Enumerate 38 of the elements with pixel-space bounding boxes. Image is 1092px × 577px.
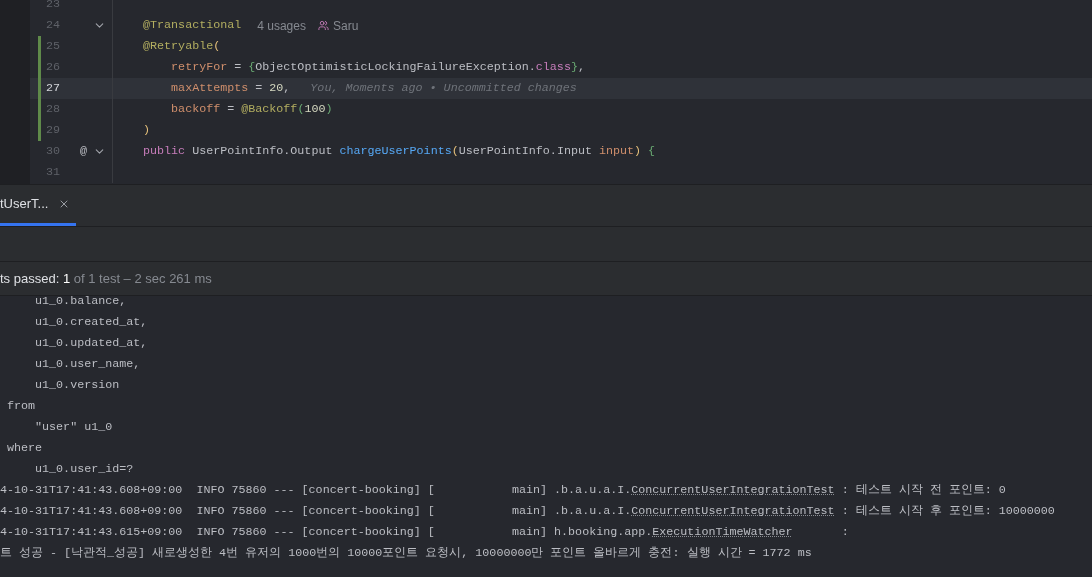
code-line: backoff = @Backoff(100) (170, 100, 333, 118)
blame-hint: You, Moments ago • Uncommitted changes (310, 79, 577, 97)
line-number: 27 (44, 79, 60, 97)
code-line: @Transactional (142, 16, 242, 34)
line-number: 24 (44, 16, 60, 34)
console-line: 트 성공 - [낙관적_성공] 새로생성한 4번 유저의 1000번의 10000포인트 요청시, 10000000만 포인트 올바르게 충전: 실행 시간 = 1772 ms (0, 544, 812, 562)
line-number: 31 (44, 163, 60, 181)
line-number: 30 (44, 142, 60, 160)
console-line: u1_0.user_id=? (34, 460, 134, 478)
console-line: u1_0.updated_at, (34, 334, 148, 352)
console-line: u1_0.version (34, 376, 120, 394)
author-hint[interactable]: Saru (332, 16, 359, 35)
code-line: @Retryable( (142, 37, 221, 55)
code-line: public UserPointInfo.Output chargeUserPoints(UserPointInfo.Input input) { (142, 142, 656, 160)
code-line: ) (142, 121, 151, 139)
class-link[interactable]: ConcurrentUserIntegrationTest (631, 482, 835, 497)
console-line: from (6, 397, 36, 415)
console-line: u1_0.balance, (34, 296, 127, 310)
test-status: ts passed: 1 of 1 test – 2 sec 261 ms (0, 269, 212, 288)
line-number: 26 (44, 58, 60, 76)
code-line: retryFor = {ObjectOptimisticLockingFailureException.class}, (170, 58, 585, 76)
class-link[interactable]: ConcurrentUserIntegrationTest (631, 503, 835, 518)
gutter-mark[interactable]: @ (80, 142, 87, 161)
people-icon (317, 20, 329, 31)
console-line: u1_0.user_name, (34, 355, 141, 373)
class-link[interactable]: ExecutionTimeWatcher (652, 524, 793, 539)
console-line: u1_0.created_at, (34, 313, 148, 331)
console-line: 4-10-31T17:41:43.608+09:00 INFO 75860 --- [concert-booking] [ main] .b.a.u.a.I.ConcurrentUserIntegrationTest : 테스트 시작 후 포인트: 10000000 (0, 502, 1055, 520)
console-line: where (6, 439, 43, 457)
console-line: "user" u1_0 (34, 418, 113, 436)
line-number: 25 (44, 37, 60, 55)
code-line: maxAttempts = 20, (170, 79, 291, 97)
run-tab[interactable]: tUserT... (0, 185, 77, 226)
usages-hint[interactable]: 4 usages (257, 16, 306, 35)
line-number: 28 (44, 100, 60, 118)
console-line: 4-10-31T17:41:43.615+09:00 INFO 75860 --- [concert-booking] [ main] h.booking.app.ExecutionTimeWatcher : (0, 523, 849, 541)
console-line: 4-10-31T17:41:43.608+09:00 INFO 75860 --- [concert-booking] [ main] .b.a.u.a.I.ConcurrentUserIntegrationTest : 테스트 시작 전 포인트: 0 (0, 481, 1006, 499)
line-number: 29 (44, 121, 60, 139)
